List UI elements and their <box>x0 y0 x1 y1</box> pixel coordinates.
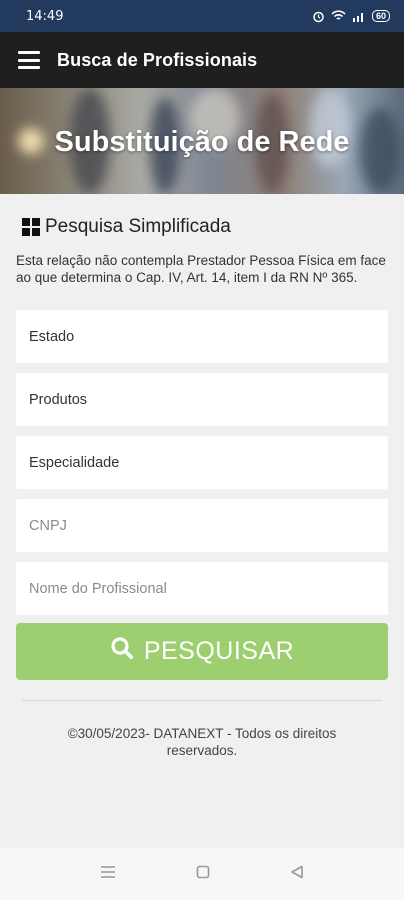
menu-icon[interactable] <box>18 51 40 69</box>
estado-select[interactable]: Estado <box>16 310 388 363</box>
alarm-icon <box>312 10 325 23</box>
back-icon[interactable] <box>290 865 304 884</box>
signal-icon <box>352 11 366 22</box>
app-title: Busca de Profissionais <box>57 49 258 70</box>
cnpj-input[interactable] <box>29 517 388 534</box>
battery-icon: 60 <box>371 10 390 22</box>
search-icon <box>110 636 144 667</box>
especialidade-select[interactable]: Especialidade <box>16 436 388 489</box>
wifi-icon <box>331 10 346 22</box>
main-content: Pesquisa Simplificada Esta relação não c… <box>0 194 404 759</box>
produtos-select[interactable]: Produtos <box>16 373 388 426</box>
divider <box>22 700 382 701</box>
status-bar: 14:49 60 <box>0 0 404 32</box>
status-icons: 60 <box>312 10 390 23</box>
section-title: Pesquisa Simplificada <box>45 216 231 237</box>
nome-profissional-input[interactable] <box>29 580 388 597</box>
nome-field-container <box>16 562 388 615</box>
system-nav-bar <box>0 848 404 900</box>
notice-text: Esta relação não contempla Prestador Pes… <box>16 253 386 285</box>
status-time: 14:49 <box>26 8 64 24</box>
hero-banner: Substituição de Rede <box>0 88 404 194</box>
battery-level: 60 <box>371 10 390 22</box>
cnpj-field-container <box>16 499 388 552</box>
search-button-label: PESQUISAR <box>143 637 295 665</box>
grid-icon <box>22 218 40 236</box>
home-icon[interactable] <box>196 865 210 884</box>
app-bar: Busca de Profissionais <box>0 32 404 88</box>
footer-copyright: ©30/05/2023- DATANEXT - Todos os direito… <box>67 726 337 758</box>
search-button[interactable]: PESQUISAR <box>16 623 388 680</box>
section-header: Pesquisa Simplificada <box>16 216 388 238</box>
recents-icon[interactable] <box>100 865 116 884</box>
hero-title: Substituição de Rede <box>54 126 350 158</box>
